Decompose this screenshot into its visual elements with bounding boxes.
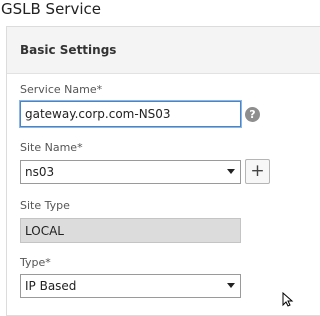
chevron-down-icon	[227, 283, 235, 288]
panel-title: Basic Settings	[20, 43, 117, 57]
site-type-label: Site Type	[20, 199, 70, 212]
site-name-select[interactable]: ns03	[20, 160, 241, 184]
add-site-button[interactable]: +	[245, 159, 270, 184]
type-value: IP Based	[25, 279, 77, 293]
type-select[interactable]: IP Based	[20, 274, 241, 298]
type-label: Type*	[20, 256, 51, 269]
page-title: GSLB Service	[1, 0, 101, 18]
chevron-down-icon	[227, 169, 235, 174]
site-name-label: Site Name*	[20, 141, 83, 154]
mouse-cursor-icon	[282, 292, 294, 307]
help-icon[interactable]: ?	[245, 107, 260, 122]
service-name-input[interactable]: gateway.corp.com-NS03	[19, 100, 242, 128]
site-type-field: LOCAL	[20, 218, 241, 243]
service-name-label: Service Name*	[20, 83, 103, 96]
panel-header: Basic Settings	[7, 27, 320, 74]
site-name-value: ns03	[25, 165, 55, 179]
